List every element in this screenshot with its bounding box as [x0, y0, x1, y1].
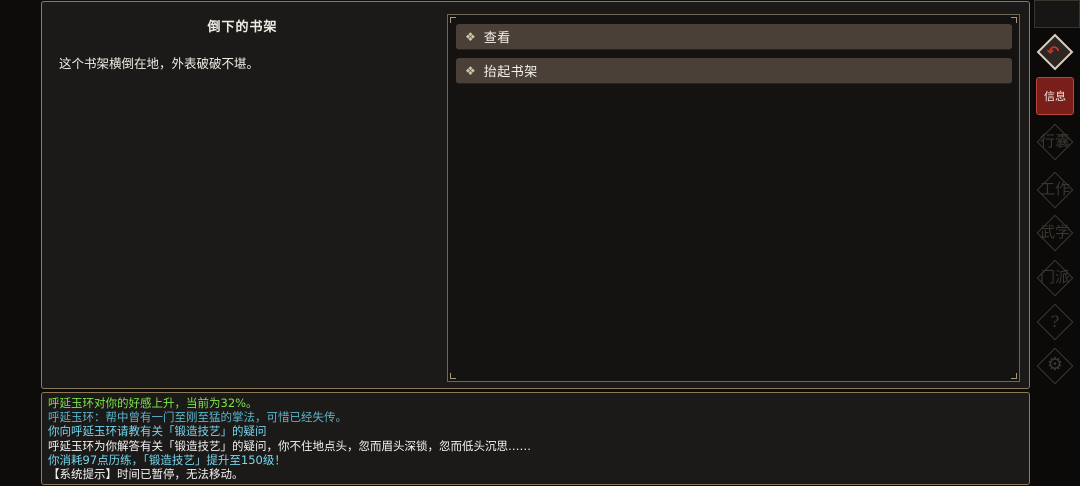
corner-ornament [1011, 17, 1017, 23]
log-line: 你消耗97点历练，「锻造技艺」提升至150级！ [48, 452, 286, 467]
scene-panel: 倒下的书架 这个书架横倒在地，外表破破不堪。 ❖ 查看 ❖ 抬起书架 [41, 1, 1030, 389]
diamond-bullet-icon: ❖ [465, 29, 476, 44]
tab-info[interactable]: 信息 [1036, 77, 1074, 115]
log-line: 呼延玉环：帮中曾有一门至刚至猛的掌法，可惜已经失传。 [48, 410, 347, 425]
gear-icon[interactable]: ⚙ [1030, 354, 1080, 375]
tab-work[interactable]: 工作 [1030, 178, 1080, 199]
scene-title: 倒下的书架 [207, 20, 278, 35]
log-line: 你向呼延玉环请教有关「锻造技艺」的疑问 [48, 424, 267, 439]
tab-info-label: 信息 [1044, 90, 1066, 103]
view-button[interactable]: ❖ 查看 [456, 24, 1012, 50]
sidebar-top-frame [1034, 0, 1080, 28]
return-arrow-icon[interactable]: ↶ [1036, 33, 1074, 71]
message-log[interactable]: 呼延玉环对你的好感上升，当前为32%。 呼延玉环：帮中曾有一门至刚至猛的掌法，可… [41, 392, 1030, 485]
log-line: 呼延玉环对你的好感上升，当前为32%。 [48, 396, 258, 410]
action-list: ❖ 查看 ❖ 抬起书架 [447, 14, 1020, 382]
corner-ornament [1011, 373, 1017, 379]
corner-ornament [450, 373, 456, 379]
corner-ornament [450, 17, 456, 23]
diamond-bullet-icon: ❖ [465, 63, 476, 78]
log-line: 呼延玉环为你解答有关「锻造技艺」的疑问，你不住地点头，忽而眉头深锁，忽而低头沉思… [48, 438, 531, 453]
scene-description: 这个书架横倒在地，外表破破不堪。 [59, 56, 260, 71]
side-menu: ↶ 信息 行囊 工作 武学 门派 ? ⚙ [1030, 0, 1080, 486]
tab-martial-arts[interactable]: 武学 [1030, 221, 1080, 242]
help-icon[interactable]: ? [1030, 312, 1080, 331]
lift-bookshelf-button[interactable]: ❖ 抬起书架 [456, 58, 1012, 84]
log-line: 【系统提示】时间已暂停，无法移动。 [48, 467, 244, 482]
action-label: 抬起书架 [483, 65, 538, 80]
tab-sect[interactable]: 门派 [1030, 266, 1080, 287]
action-label: 查看 [483, 31, 511, 46]
tab-inventory[interactable]: 行囊 [1030, 130, 1080, 151]
